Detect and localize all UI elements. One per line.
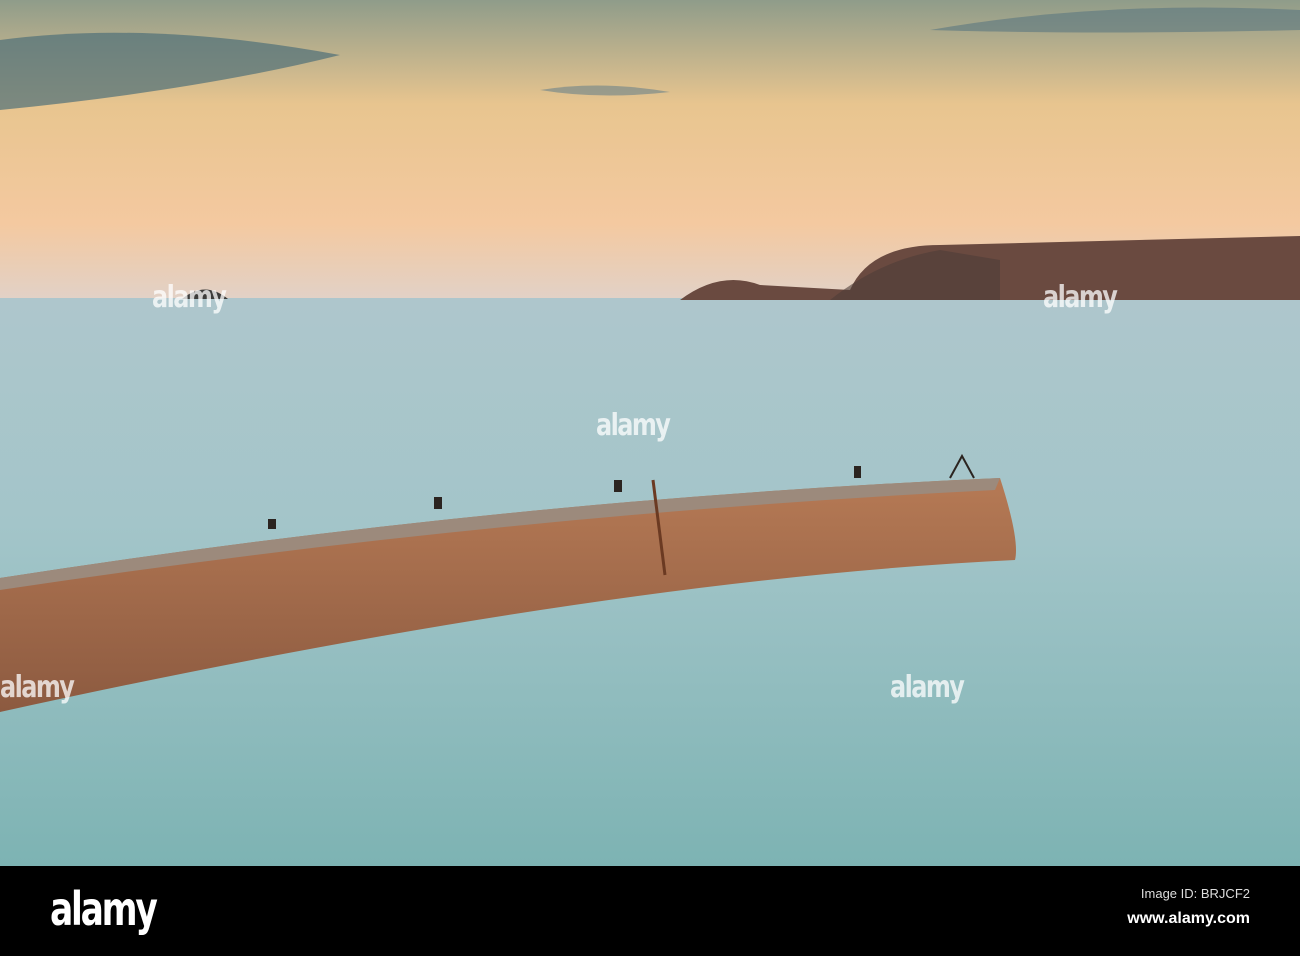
watermark: alamy [0, 670, 75, 705]
alamy-logo: alamy [50, 882, 158, 936]
image-id: Image ID: BRJCF2 [1140, 886, 1250, 901]
watermark: alamy [890, 670, 965, 705]
watermark: alamy [596, 408, 671, 443]
watermark: alamy [1043, 280, 1118, 315]
watermark: alamy [152, 280, 227, 315]
site-url: www.alamy.com [1127, 910, 1250, 927]
footer-bar: alamy Image ID: BRJCF2 www.alamy.com [0, 866, 1300, 956]
